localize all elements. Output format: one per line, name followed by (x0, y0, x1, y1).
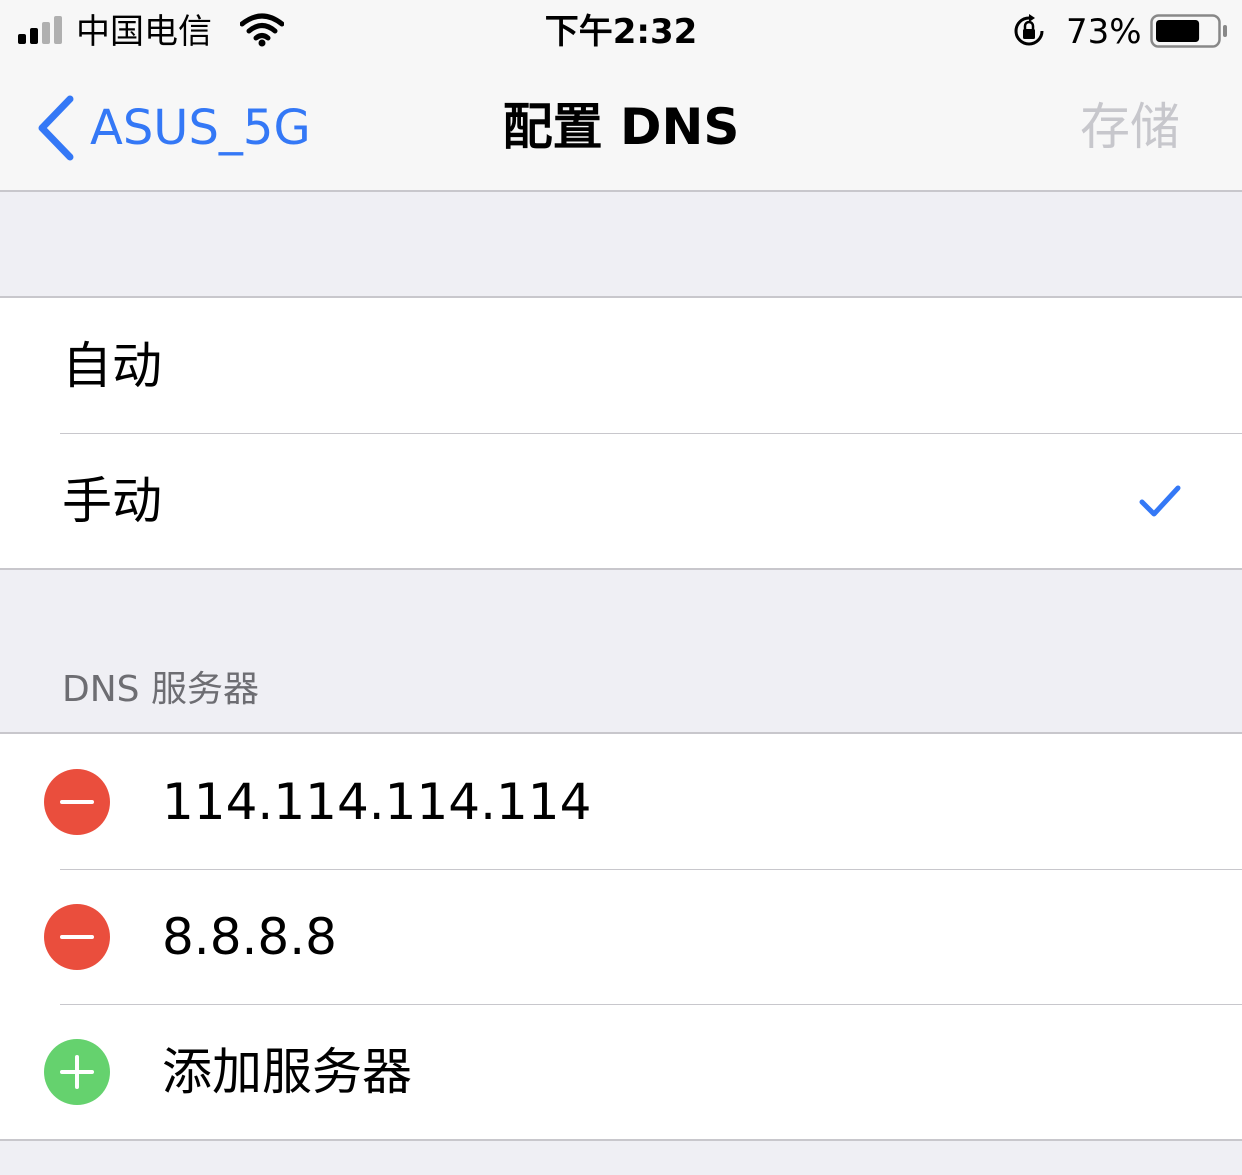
rotation-lock-icon (1014, 14, 1044, 46)
save-button[interactable]: 存储 (1080, 94, 1180, 160)
checkmark-icon (1139, 485, 1181, 516)
chevron-left-icon (38, 95, 74, 161)
dns-server-row[interactable]: 114.114.114.114 (0, 734, 1242, 869)
status-bar: 中国电信 下午2:32 73% (0, 0, 1242, 64)
minus-icon (60, 799, 94, 804)
remove-server-button[interactable] (44, 903, 110, 970)
navigation-bar: ASUS_5G 配置 DNS 存储 (0, 64, 1242, 192)
dns-server-row[interactable]: 8.8.8.8 (0, 869, 1242, 1004)
dns-mode-group: 自动 手动 (0, 296, 1242, 570)
add-server-row[interactable]: 添加服务器 (0, 1004, 1242, 1139)
back-button[interactable]: ASUS_5G (36, 92, 311, 164)
mode-option-label: 手动 (62, 471, 162, 530)
mode-option-manual[interactable]: 手动 (0, 433, 1242, 568)
dns-servers-header: DNS 服务器 (62, 669, 259, 710)
cellular-signal-icon (18, 16, 62, 44)
dns-server-address[interactable]: 8.8.8.8 (162, 907, 337, 967)
status-time: 下午2:32 (544, 12, 698, 52)
battery-icon (1150, 14, 1227, 48)
mode-option-automatic[interactable]: 自动 (0, 298, 1242, 433)
remove-server-button[interactable] (44, 768, 110, 835)
wifi-icon (240, 13, 284, 47)
battery-percent: 73% (1066, 12, 1142, 52)
dns-server-address[interactable]: 114.114.114.114 (162, 772, 591, 832)
dns-servers-group: 114.114.114.114 8.8.8.8 添加服务器 (0, 732, 1242, 1141)
add-server-button[interactable] (44, 1038, 110, 1105)
carrier-name: 中国电信 (76, 12, 212, 52)
back-label: ASUS_5G (90, 100, 311, 156)
page-title: 配置 DNS (502, 98, 740, 156)
mode-option-label: 自动 (62, 336, 162, 395)
add-server-label: 添加服务器 (162, 1042, 412, 1101)
minus-icon (60, 934, 94, 939)
